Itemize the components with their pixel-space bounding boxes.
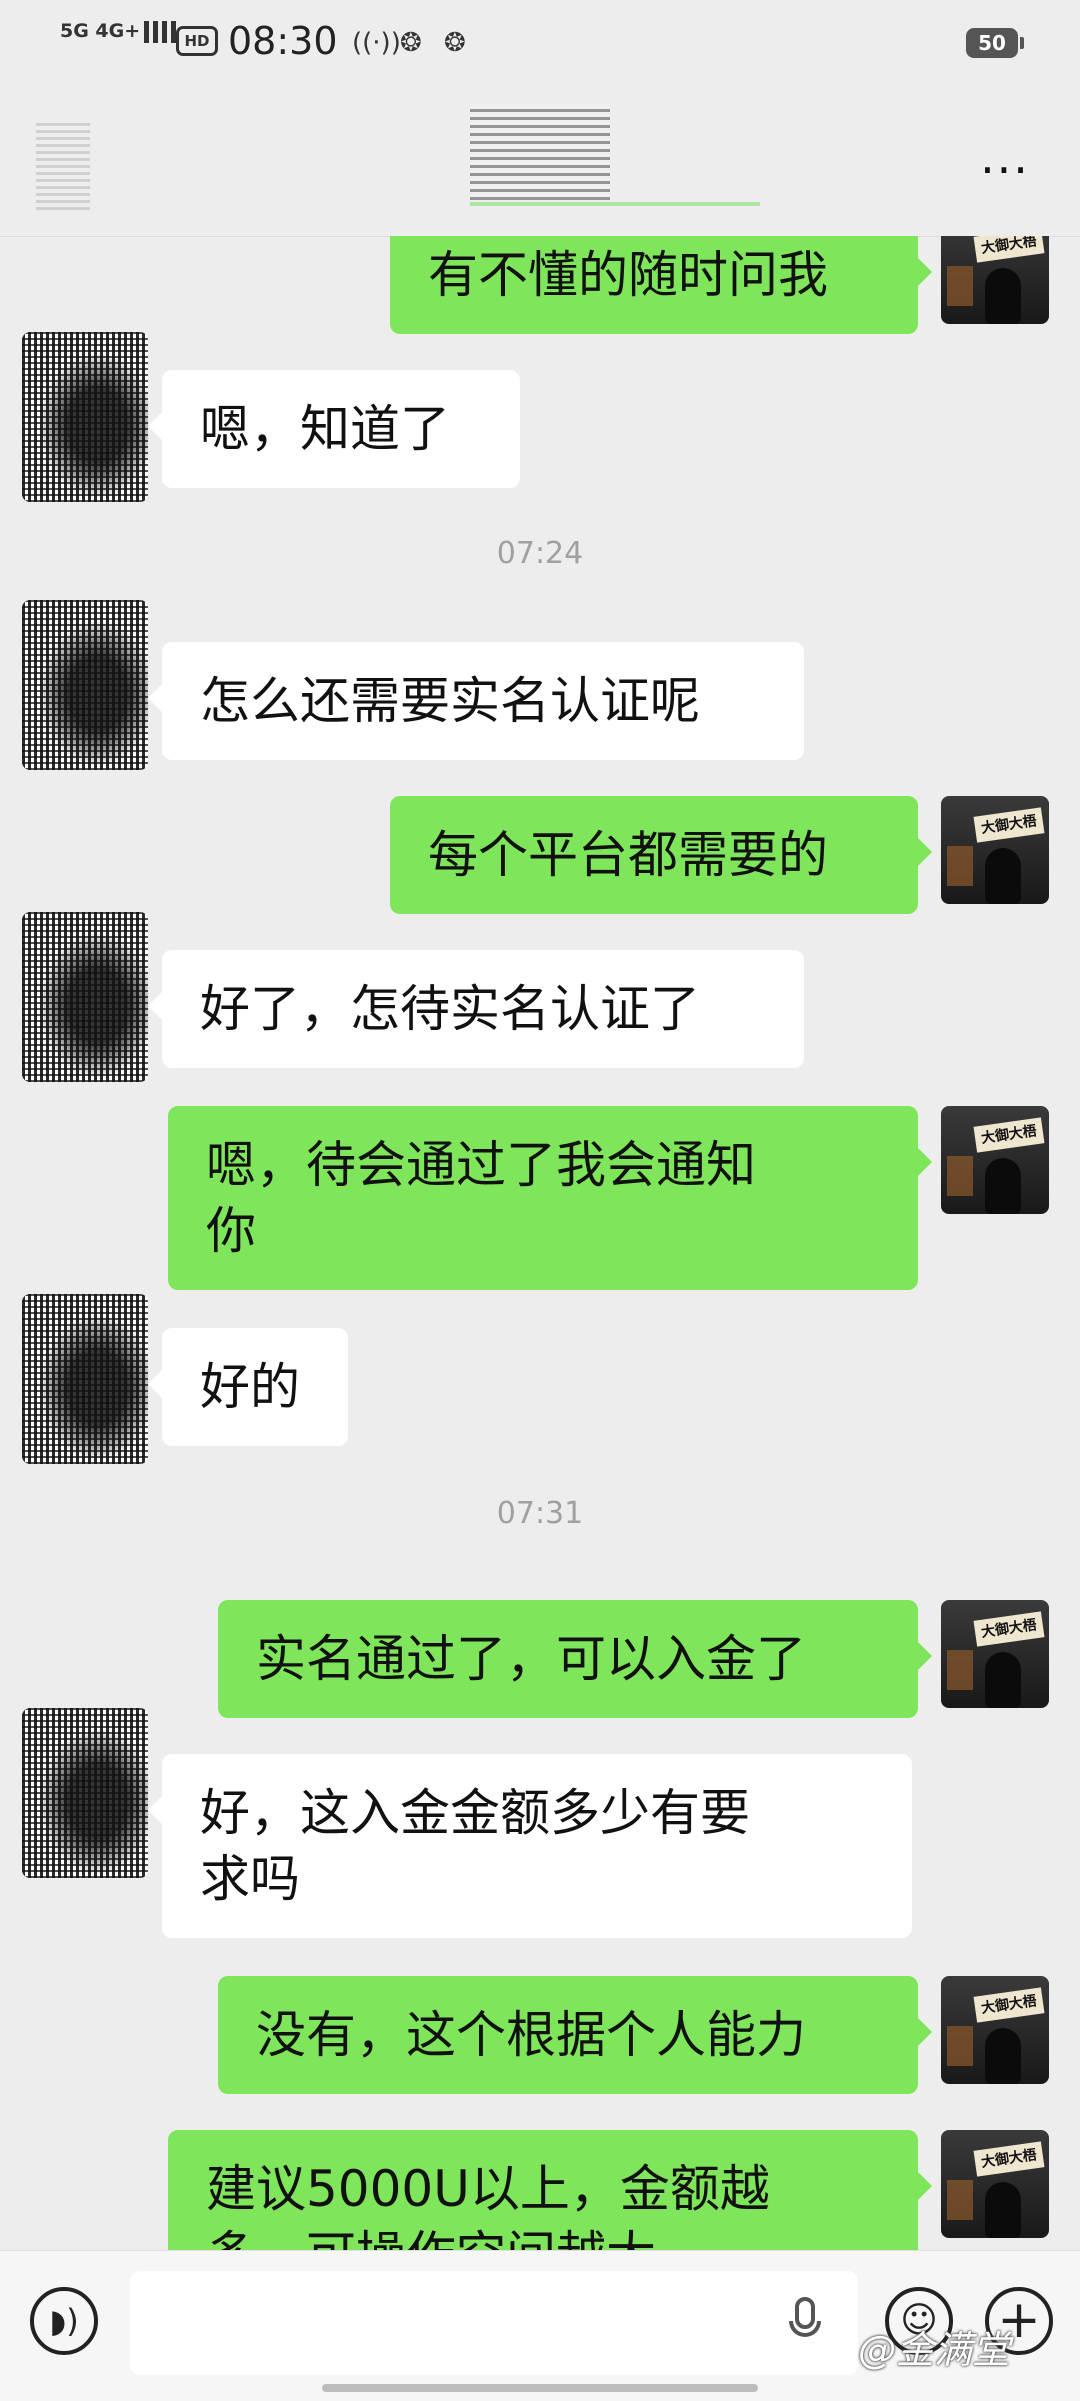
avatar-background [947, 1156, 973, 1196]
battery-icon: 50 [966, 28, 1024, 58]
timestamp: 07:24 [496, 536, 584, 571]
avatar-figure [985, 1652, 1021, 1708]
avatar-contact[interactable] [22, 912, 148, 1082]
title-underline [470, 202, 760, 206]
avatar-sign: 大御大梧 [973, 807, 1045, 843]
message-list[interactable]: 大御大梧 有不懂的随时问我 嗯，知道了 07:24 怎么还需要实名认证呢 大御大… [0, 236, 1080, 2250]
avatar-sign: 大御大梧 [973, 2141, 1045, 2177]
status-time: 08:30 [228, 19, 338, 63]
avatar-self[interactable]: 大御大梧 [941, 1600, 1049, 1708]
avatar-self[interactable]: 大御大梧 [941, 796, 1049, 904]
message-bubble-self[interactable]: 实名通过了，可以入金了 [218, 1600, 932, 1718]
avatar-contact[interactable] [22, 332, 148, 502]
avatar-figure [985, 848, 1021, 904]
message-bubble-self[interactable]: 每个平台都需要的 [390, 796, 932, 914]
home-indicator[interactable] [322, 2384, 758, 2392]
signal-icon [144, 20, 177, 43]
message-bubble-self[interactable]: 建议5000U以上，金额越 多，可操作空间越大 [168, 2130, 932, 2250]
avatar-background [947, 846, 973, 886]
weibo-icon: ❂ [400, 28, 422, 58]
avatar-sign: 大御大梧 [973, 1117, 1045, 1153]
weibo-icon-2: ❂ [444, 28, 466, 58]
chat-title-redacted [470, 104, 610, 200]
message-bubble-self[interactable]: 没有，这个根据个人能力 [218, 1976, 932, 2094]
watermark: @金满堂 [858, 2328, 1011, 2372]
timestamp: 07:31 [496, 1496, 584, 1531]
message-bubble-contact[interactable]: 好了，怎待实名认证了 [148, 950, 804, 1068]
nfc-icon: ((·)) [352, 28, 401, 58]
message-bubble-self[interactable]: 嗯，待会通过了我会通知 你 [168, 1106, 932, 1290]
avatar-self[interactable]: 大御大梧 [941, 236, 1049, 324]
message-bubble-self[interactable]: 有不懂的随时问我 [390, 236, 932, 334]
avatar-sign: 大御大梧 [973, 1987, 1045, 2023]
avatar-background [947, 1650, 973, 1690]
avatar-figure [985, 2028, 1021, 2084]
avatar-self[interactable]: 大御大梧 [941, 1976, 1049, 2084]
message-bubble-contact[interactable]: 好，这入金金额多少有要 求吗 [148, 1754, 912, 1938]
avatar-background [947, 2026, 973, 2066]
message-bubble-contact[interactable]: 好的 [148, 1328, 348, 1446]
back-icon[interactable] [36, 120, 90, 210]
more-icon[interactable]: ··· [975, 147, 1035, 193]
chat-header: ··· [0, 90, 1080, 237]
network-indicator: 5G 4G+ [60, 20, 177, 43]
avatar-figure [985, 268, 1021, 324]
avatar-figure [985, 1158, 1021, 1214]
status-bar: 5G 4G+ HD 08:30 ((·)) ❂ ❂ 50 [0, 0, 1080, 90]
avatar-self[interactable]: 大御大梧 [941, 1106, 1049, 1214]
message-bubble-contact[interactable]: 嗯，知道了 [148, 370, 520, 488]
avatar-sign: 大御大梧 [973, 1611, 1045, 1647]
avatar-contact[interactable] [22, 600, 148, 770]
avatar-figure [985, 2182, 1021, 2238]
avatar-sign: 大御大梧 [973, 236, 1045, 263]
hd-icon: HD [176, 26, 218, 56]
avatar-background [947, 2180, 973, 2220]
avatar-contact[interactable] [22, 1294, 148, 1464]
avatar-self[interactable]: 大御大梧 [941, 2130, 1049, 2238]
avatar-contact[interactable] [22, 1708, 148, 1878]
voice-input-icon[interactable]: ◗) [30, 2287, 98, 2355]
network-label: 5G 4G+ [60, 20, 141, 42]
microphone-icon[interactable] [785, 2297, 825, 2351]
microphone-stand [789, 2321, 821, 2337]
avatar-background [947, 266, 973, 306]
message-input[interactable] [130, 2271, 858, 2375]
input-bar: ◗) ☺ + @金满堂 [0, 2250, 1080, 2401]
message-bubble-contact[interactable]: 怎么还需要实名认证呢 [148, 642, 804, 760]
